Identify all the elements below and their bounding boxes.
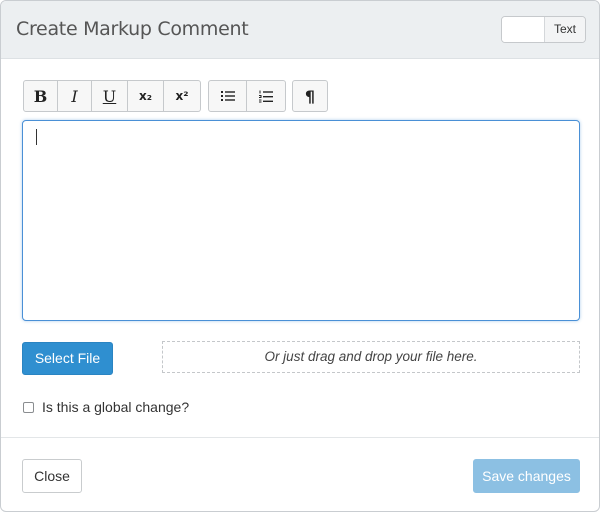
modal-title: Create Markup Comment: [16, 18, 249, 40]
subscript-button[interactable]: x₂: [128, 80, 164, 112]
text-caret: [36, 129, 37, 145]
bullet-list-icon: [220, 91, 235, 101]
toggle-switch[interactable]: [502, 17, 544, 42]
paragraph-button[interactable]: ¶: [292, 80, 328, 112]
comment-editor[interactable]: [22, 120, 580, 321]
modal-header: Create Markup Comment Text: [1, 1, 599, 59]
underline-icon: U: [102, 86, 117, 106]
toggle-label: Text: [544, 17, 585, 42]
modal-footer: Close Save changes: [1, 437, 599, 511]
format-toolbar-group-lists: [208, 80, 286, 112]
bold-icon: B: [33, 86, 48, 106]
global-change-label[interactable]: Is this a global change?: [42, 399, 189, 415]
superscript-icon: x²: [175, 89, 189, 103]
file-dropzone[interactable]: Or just drag and drop your file here.: [162, 341, 580, 373]
bullet-list-button[interactable]: [208, 80, 247, 112]
save-changes-button[interactable]: Save changes: [473, 459, 580, 493]
numbered-list-icon: [259, 90, 273, 102]
underline-button[interactable]: U: [92, 80, 128, 112]
select-file-button[interactable]: Select File: [22, 342, 113, 375]
italic-icon: I: [71, 86, 78, 106]
text-mode-toggle[interactable]: Text: [501, 16, 586, 43]
numbered-list-button[interactable]: [247, 80, 286, 112]
format-toolbar-group-paragraph: ¶: [292, 80, 328, 112]
bold-button[interactable]: B: [23, 80, 58, 112]
global-change-checkbox[interactable]: [23, 402, 34, 413]
create-markup-comment-dialog: Create Markup Comment Text B I U x₂ x² ¶…: [0, 0, 600, 512]
subscript-icon: x₂: [139, 89, 152, 103]
pilcrow-icon: ¶: [304, 86, 316, 106]
italic-button[interactable]: I: [58, 80, 92, 112]
superscript-button[interactable]: x²: [164, 80, 201, 112]
close-button[interactable]: Close: [22, 459, 82, 493]
format-toolbar-group-text: B I U x₂ x²: [23, 80, 201, 112]
